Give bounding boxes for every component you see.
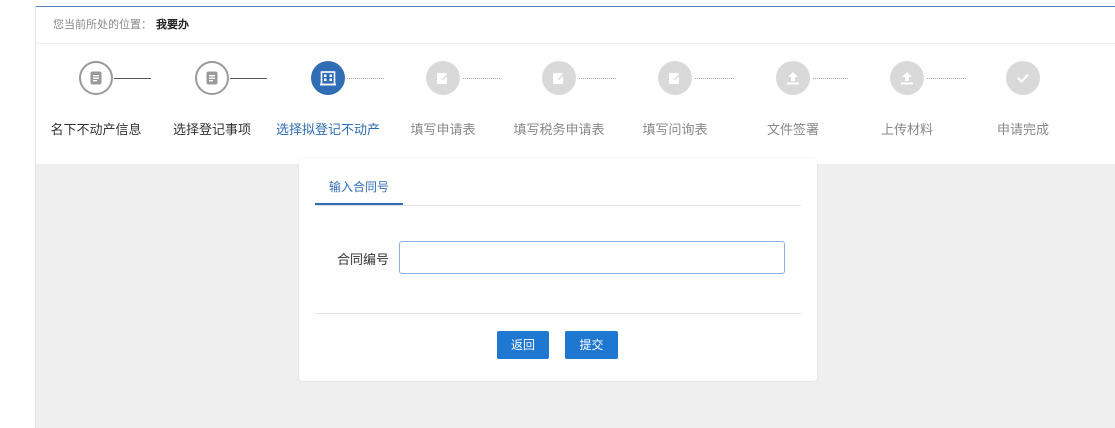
step-connector [230,78,267,79]
step-connector [114,78,151,79]
contract-number-dialog: 输入合同号 合同编号 返回 提交 [299,158,817,381]
breadcrumb-current: 我要办 [156,18,189,31]
footer-divider [315,313,801,314]
check-icon [1006,61,1040,95]
breadcrumb: 您当前所处的位置： 我要办 [36,7,1115,44]
step-label: 申请完成 [996,123,1049,138]
building-icon [311,61,345,95]
edit-icon [658,61,692,95]
contract-number-input[interactable] [399,241,785,274]
step-connector [695,78,734,79]
step-connector [813,78,848,79]
step-label: 上传材料 [880,123,933,138]
upload-icon [776,61,810,95]
step-connector [927,78,966,79]
upload-icon [890,61,924,95]
step-label: 选择登记事项 [172,123,251,138]
breadcrumb-prefix: 您当前所处的位置： [53,18,152,31]
edit-icon [542,61,576,95]
step-connector [463,78,500,79]
step-label: 填写问询表 [642,123,708,138]
submit-button[interactable]: 提交 [565,331,618,359]
step-label: 填写税务申请表 [513,123,605,138]
step-label: 填写申请表 [410,123,476,138]
edit-icon [426,61,460,95]
step-connector [347,78,384,79]
document-icon [79,61,113,95]
step-label: 文件签署 [766,123,819,138]
tab-contract-number[interactable]: 输入合同号 [315,178,403,205]
back-button[interactable]: 返回 [497,331,549,359]
tab-divider [315,205,801,206]
contract-number-label: 合同编号 [336,253,389,268]
step-label: 选择拟登记不动产 [275,123,380,138]
step-connector [579,78,616,79]
document-icon [195,61,229,95]
step-label: 名下不动产信息 [50,123,142,138]
